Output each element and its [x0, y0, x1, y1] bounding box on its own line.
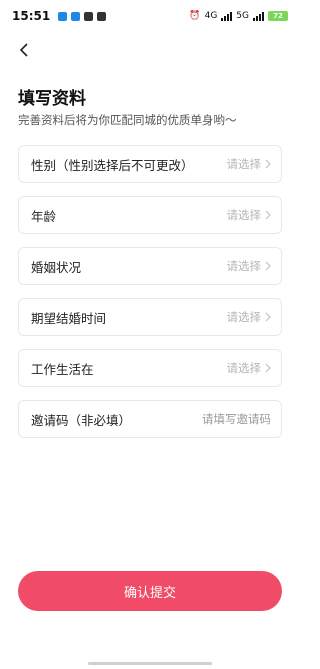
- submit-button[interactable]: 确认提交: [18, 571, 282, 611]
- status-right: ⏰ 4G 5G 72: [189, 11, 288, 21]
- marital-status-select[interactable]: 婚姻状况 请选择: [18, 247, 282, 285]
- chevron-right-icon: [265, 159, 271, 169]
- status-left: 15:51: [12, 9, 107, 23]
- field-label: 邀请码（非必填）: [31, 412, 132, 428]
- field-placeholder: 请选择: [226, 157, 262, 171]
- profile-form: 性别（性别选择后不可更改） 请选择 年龄 请选择 婚姻状况 请选择 期望结婚时间…: [18, 145, 282, 451]
- field-label: 工作生活在: [31, 361, 94, 377]
- invite-code-row: 邀请码（非必填）: [18, 400, 282, 438]
- chevron-right-icon: [265, 312, 271, 322]
- gender-select[interactable]: 性别（性别选择后不可更改） 请选择: [18, 145, 282, 183]
- location-select[interactable]: 工作生活在 请选择: [18, 349, 282, 387]
- battery-icon: 72: [268, 11, 288, 21]
- field-placeholder: 请选择: [226, 310, 262, 324]
- field-label: 性别（性别选择后不可更改）: [31, 157, 194, 173]
- chevron-right-icon: [265, 210, 271, 220]
- field-label: 婚姻状况: [31, 259, 82, 275]
- field-value: 请选择: [227, 309, 272, 325]
- alarm-icon: ⏰: [189, 11, 201, 21]
- back-button[interactable]: [14, 40, 34, 60]
- app-notification-icon: [84, 11, 94, 21]
- field-label: 年龄: [31, 208, 57, 224]
- chevron-right-icon: [265, 363, 271, 373]
- field-placeholder: 请选择: [226, 361, 262, 375]
- page-subtitle: 完善资料后将为你匹配同城的优质单身哟～: [18, 113, 237, 127]
- marriage-time-select[interactable]: 期望结婚时间 请选择: [18, 298, 282, 336]
- app-notification-icon: [97, 11, 107, 21]
- page-title: 填写资料: [18, 89, 86, 109]
- field-value: 请选择: [227, 258, 272, 274]
- field-label: 期望结婚时间: [31, 310, 107, 326]
- invite-code-input[interactable]: [181, 412, 271, 426]
- app-notification-icon: [58, 11, 68, 21]
- field-placeholder: 请选择: [226, 208, 262, 222]
- home-indicator: [88, 662, 212, 665]
- chevron-right-icon: [265, 261, 271, 271]
- status-time: 15:51: [12, 9, 51, 23]
- signal-icon: [221, 11, 233, 21]
- network-label-4g: 4G: [204, 11, 218, 21]
- chevron-left-icon: [19, 43, 28, 57]
- field-value: 请选择: [227, 156, 272, 172]
- field-value: 请选择: [227, 207, 272, 223]
- signal-icon: [253, 11, 264, 21]
- app-notification-icon: [71, 11, 81, 21]
- status-bar: 15:51 ⏰ 4G 5G 72: [0, 0, 300, 32]
- field-placeholder: 请选择: [226, 259, 262, 273]
- age-select[interactable]: 年龄 请选择: [18, 196, 282, 234]
- field-value: 请选择: [227, 360, 272, 376]
- network-label-5g: 5G: [236, 11, 249, 21]
